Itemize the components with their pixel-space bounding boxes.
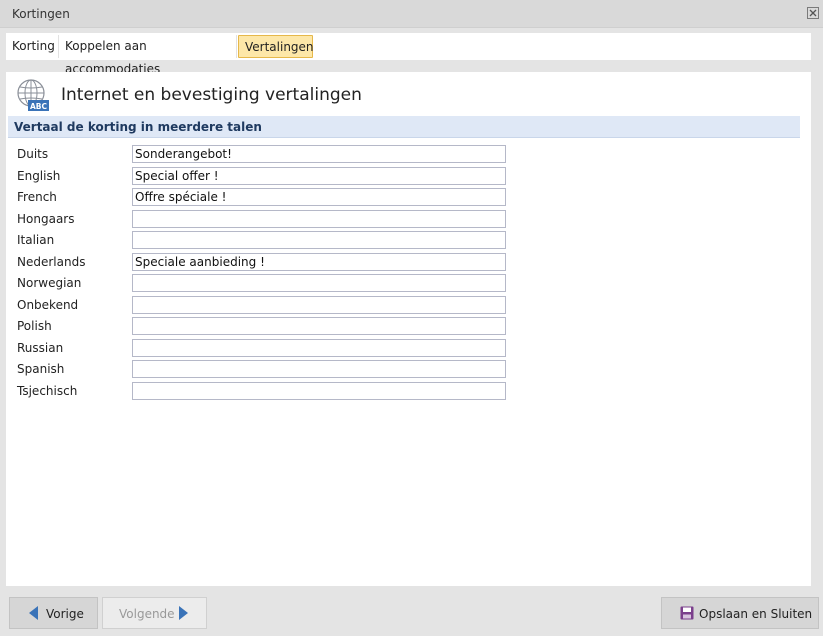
window-title: Kortingen [12,7,70,21]
svg-text:ABC: ABC [30,102,48,111]
language-label: Russian [17,340,64,355]
translation-input-italian[interactable] [132,231,506,249]
translations-panel: ABC Internet en bevestiging vertalingen … [6,72,811,586]
translation-input-french[interactable] [132,188,506,206]
language-row-duits: Duits [6,145,811,163]
arrow-left-icon [29,606,38,620]
language-label: French [17,190,57,204]
globe-abc-icon: ABC [17,79,49,111]
translation-input-norwegian[interactable] [132,274,506,292]
language-label: Hongaars [17,211,75,226]
language-label: Norwegian [17,276,82,290]
language-label: Italian [17,233,55,247]
language-row-tsjechisch: Tsjechisch [6,381,811,400]
close-icon[interactable] [807,7,819,19]
translation-input-polish[interactable] [132,317,506,335]
tab-bar: Korting Koppelen aan accommodaties Verta… [6,33,811,76]
previous-button[interactable]: Vorige [9,597,98,629]
save-and-close-label: Opslaan en Sluiten [699,607,813,621]
tab-koppelen-aan-accommodaties[interactable]: Koppelen aan accommodaties [59,35,237,76]
language-label: Nederlands [17,254,86,269]
page-title: Internet en bevestiging vertalingen [61,85,362,105]
window-titlebar: Kortingen [0,0,823,28]
next-button[interactable]: Volgende [102,597,207,629]
language-row-nederlands: Nederlands [6,252,811,271]
language-row-onbekend: Onbekend [6,295,811,314]
save-and-close-button[interactable]: Opslaan en Sluiten [661,597,819,629]
language-row-spanish: Spanish [6,360,811,378]
translation-input-spanish[interactable] [132,360,506,378]
language-label: Duits [17,147,49,161]
language-row-french: French [6,188,811,206]
translation-input-hongaars[interactable] [132,209,506,228]
translation-input-russian[interactable] [132,338,506,357]
section-title: Vertaal de korting in meerdere talen [14,120,262,134]
translation-input-onbekend[interactable] [132,295,506,314]
language-row-polish: Polish [6,317,811,335]
language-label: Onbekend [17,297,79,312]
section-header: Vertaal de korting in meerdere talen [8,116,800,138]
tab-vertalingen[interactable]: Vertalingen [238,35,314,58]
language-row-russian: Russian [6,338,811,357]
next-label: Volgende [119,607,175,621]
tab-korting[interactable]: Korting [6,35,59,58]
language-label: Spanish [17,362,65,376]
language-row-hongaars: Hongaars [6,209,811,228]
translation-input-nederlands[interactable] [132,252,506,271]
translation-input-english[interactable] [132,166,506,185]
language-row-italian: Italian [6,231,811,249]
language-row-norwegian: Norwegian [6,274,811,292]
save-icon [680,606,694,620]
language-label: Polish [17,319,52,333]
arrow-right-icon [179,606,188,620]
language-label: English [17,168,61,183]
translation-input-tsjechisch[interactable] [132,381,506,400]
language-row-english: English [6,166,811,185]
previous-label: Vorige [46,607,84,621]
translation-input-duits[interactable] [132,145,506,163]
language-label: Tsjechisch [17,383,78,398]
